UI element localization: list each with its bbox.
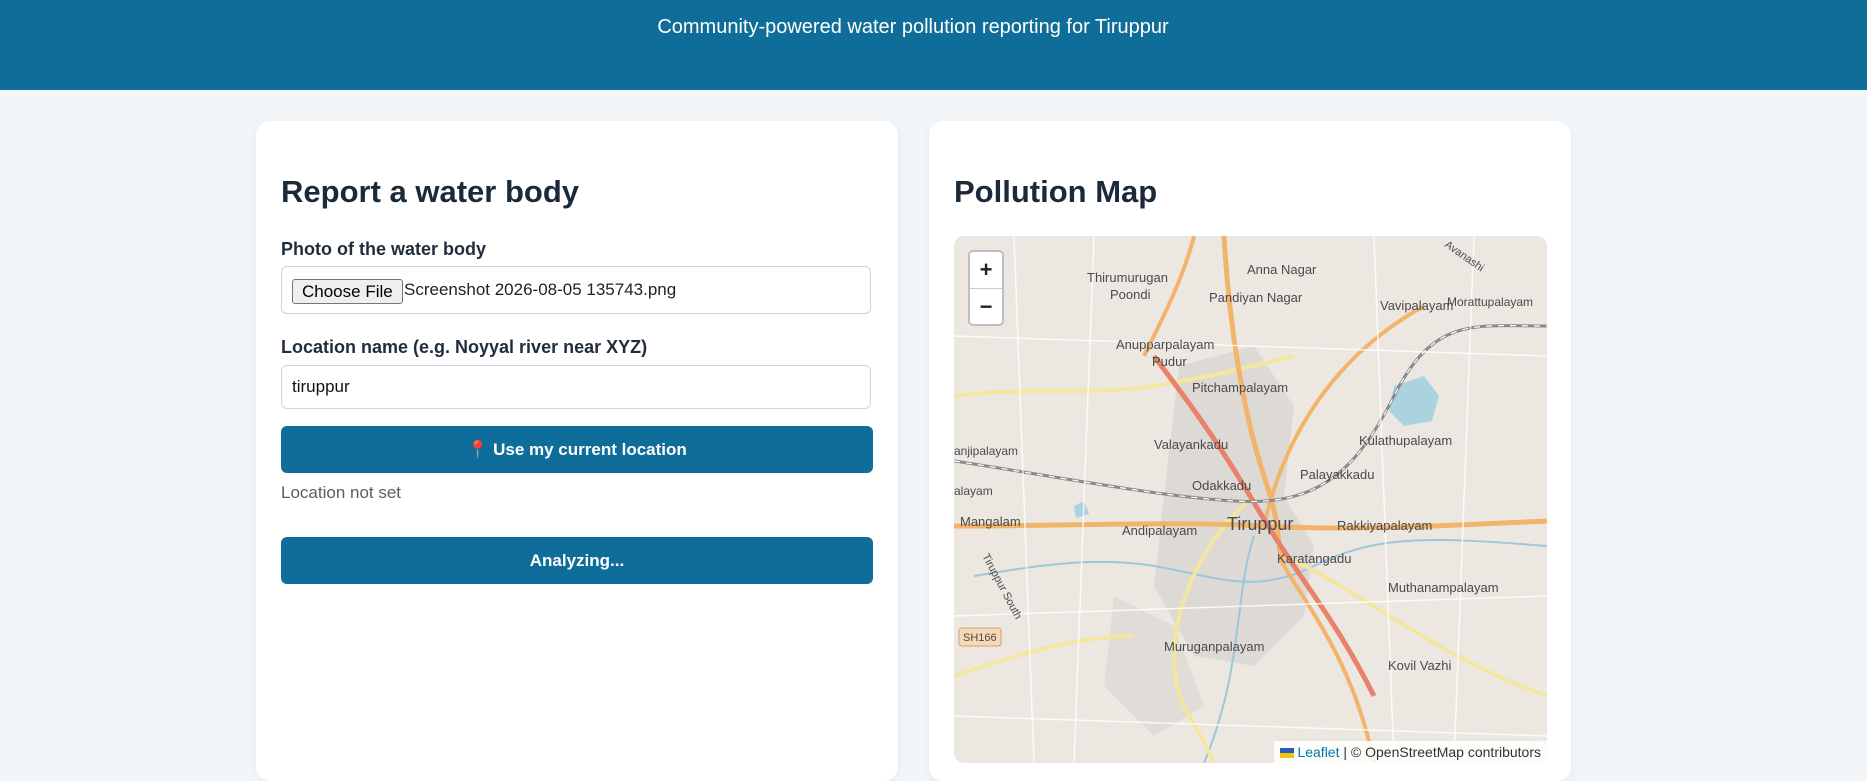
place-label: Morattupalayam (1447, 295, 1533, 309)
map-title: Pollution Map (954, 174, 1158, 209)
place-label: Pandiyan Nagar (1209, 290, 1303, 305)
place-label: Tiruppur (1227, 514, 1293, 534)
place-label: Odakkadu (1192, 478, 1251, 493)
map-card: Pollution Map Thirumurugan Poondi Anna N… (929, 121, 1571, 781)
place-label: Mangalam (960, 514, 1021, 529)
submit-analyze-button[interactable]: Analyzing... (281, 537, 873, 584)
place-label: Muthanampalayam (1388, 580, 1499, 595)
place-label: Tiruppur South (979, 552, 1024, 622)
place-label: Muruganpalayam (1164, 639, 1264, 654)
place-label: Palayakkadu (1300, 467, 1374, 482)
choose-file-button[interactable]: Choose File (292, 279, 403, 304)
place-label: Andipalayam (1122, 523, 1197, 538)
place-label: Anna Nagar (1247, 262, 1317, 277)
photo-label: Photo of the water body (281, 239, 486, 259)
map-labels: Thirumurugan Poondi Anna Nagar Pandiyan … (954, 239, 1533, 673)
selected-file-name: Screenshot 2026-08-05 135743.png (404, 280, 677, 299)
road-shield-label: SH166 (963, 632, 997, 644)
place-label: Kulathupalayam (1359, 433, 1452, 448)
zoom-out-button[interactable]: − (970, 289, 1002, 325)
place-label: Karatangadu (1277, 551, 1351, 566)
location-status: Location not set (281, 483, 402, 502)
place-label: Anupparpalayam (1116, 337, 1214, 352)
zoom-control: + − (968, 250, 1004, 326)
app-tagline: Community-powered water pollution report… (657, 16, 1169, 38)
zoom-in-button[interactable]: + (970, 252, 1002, 289)
report-title: Report a water body (281, 174, 579, 209)
place-label: Kovil Vazhi (1388, 658, 1451, 673)
use-current-location-button[interactable]: 📍 Use my current location (281, 426, 873, 473)
attribution-separator: | (1343, 744, 1348, 760)
ukraine-flag-icon (1279, 748, 1294, 758)
place-label: Avanashi (1442, 239, 1486, 275)
location-label: Location name (e.g. Noyyal river near XY… (281, 337, 648, 357)
place-label: Pudur (1152, 354, 1187, 369)
top-header: Community-powered water pollution report… (0, 0, 1867, 90)
location-name-input[interactable]: tiruppur (281, 365, 871, 409)
place-label: Valayankadu (1154, 437, 1228, 452)
report-card: Report a water body Photo of the water b… (256, 121, 898, 781)
place-label: Pitchampalayam (1192, 380, 1288, 395)
place-label: Vavipalayam (1380, 298, 1453, 313)
place-label: Poondi (1110, 287, 1151, 302)
osm-attribution[interactable]: © OpenStreetMap contributors (1351, 744, 1541, 760)
map-attribution: Leaflet | © OpenStreetMap contributors (1273, 741, 1547, 763)
place-label: Rakkiyapalayam (1337, 518, 1432, 533)
photo-file-input[interactable]: Choose File Screenshot 2026-08-05 135743… (281, 266, 871, 314)
place-label: alayam (954, 484, 993, 498)
place-label: anjipalayam (954, 444, 1018, 458)
leaflet-link[interactable]: Leaflet (1297, 744, 1339, 760)
pollution-map[interactable]: Thirumurugan Poondi Anna Nagar Pandiyan … (954, 236, 1547, 763)
place-label: Thirumurugan (1087, 270, 1168, 285)
